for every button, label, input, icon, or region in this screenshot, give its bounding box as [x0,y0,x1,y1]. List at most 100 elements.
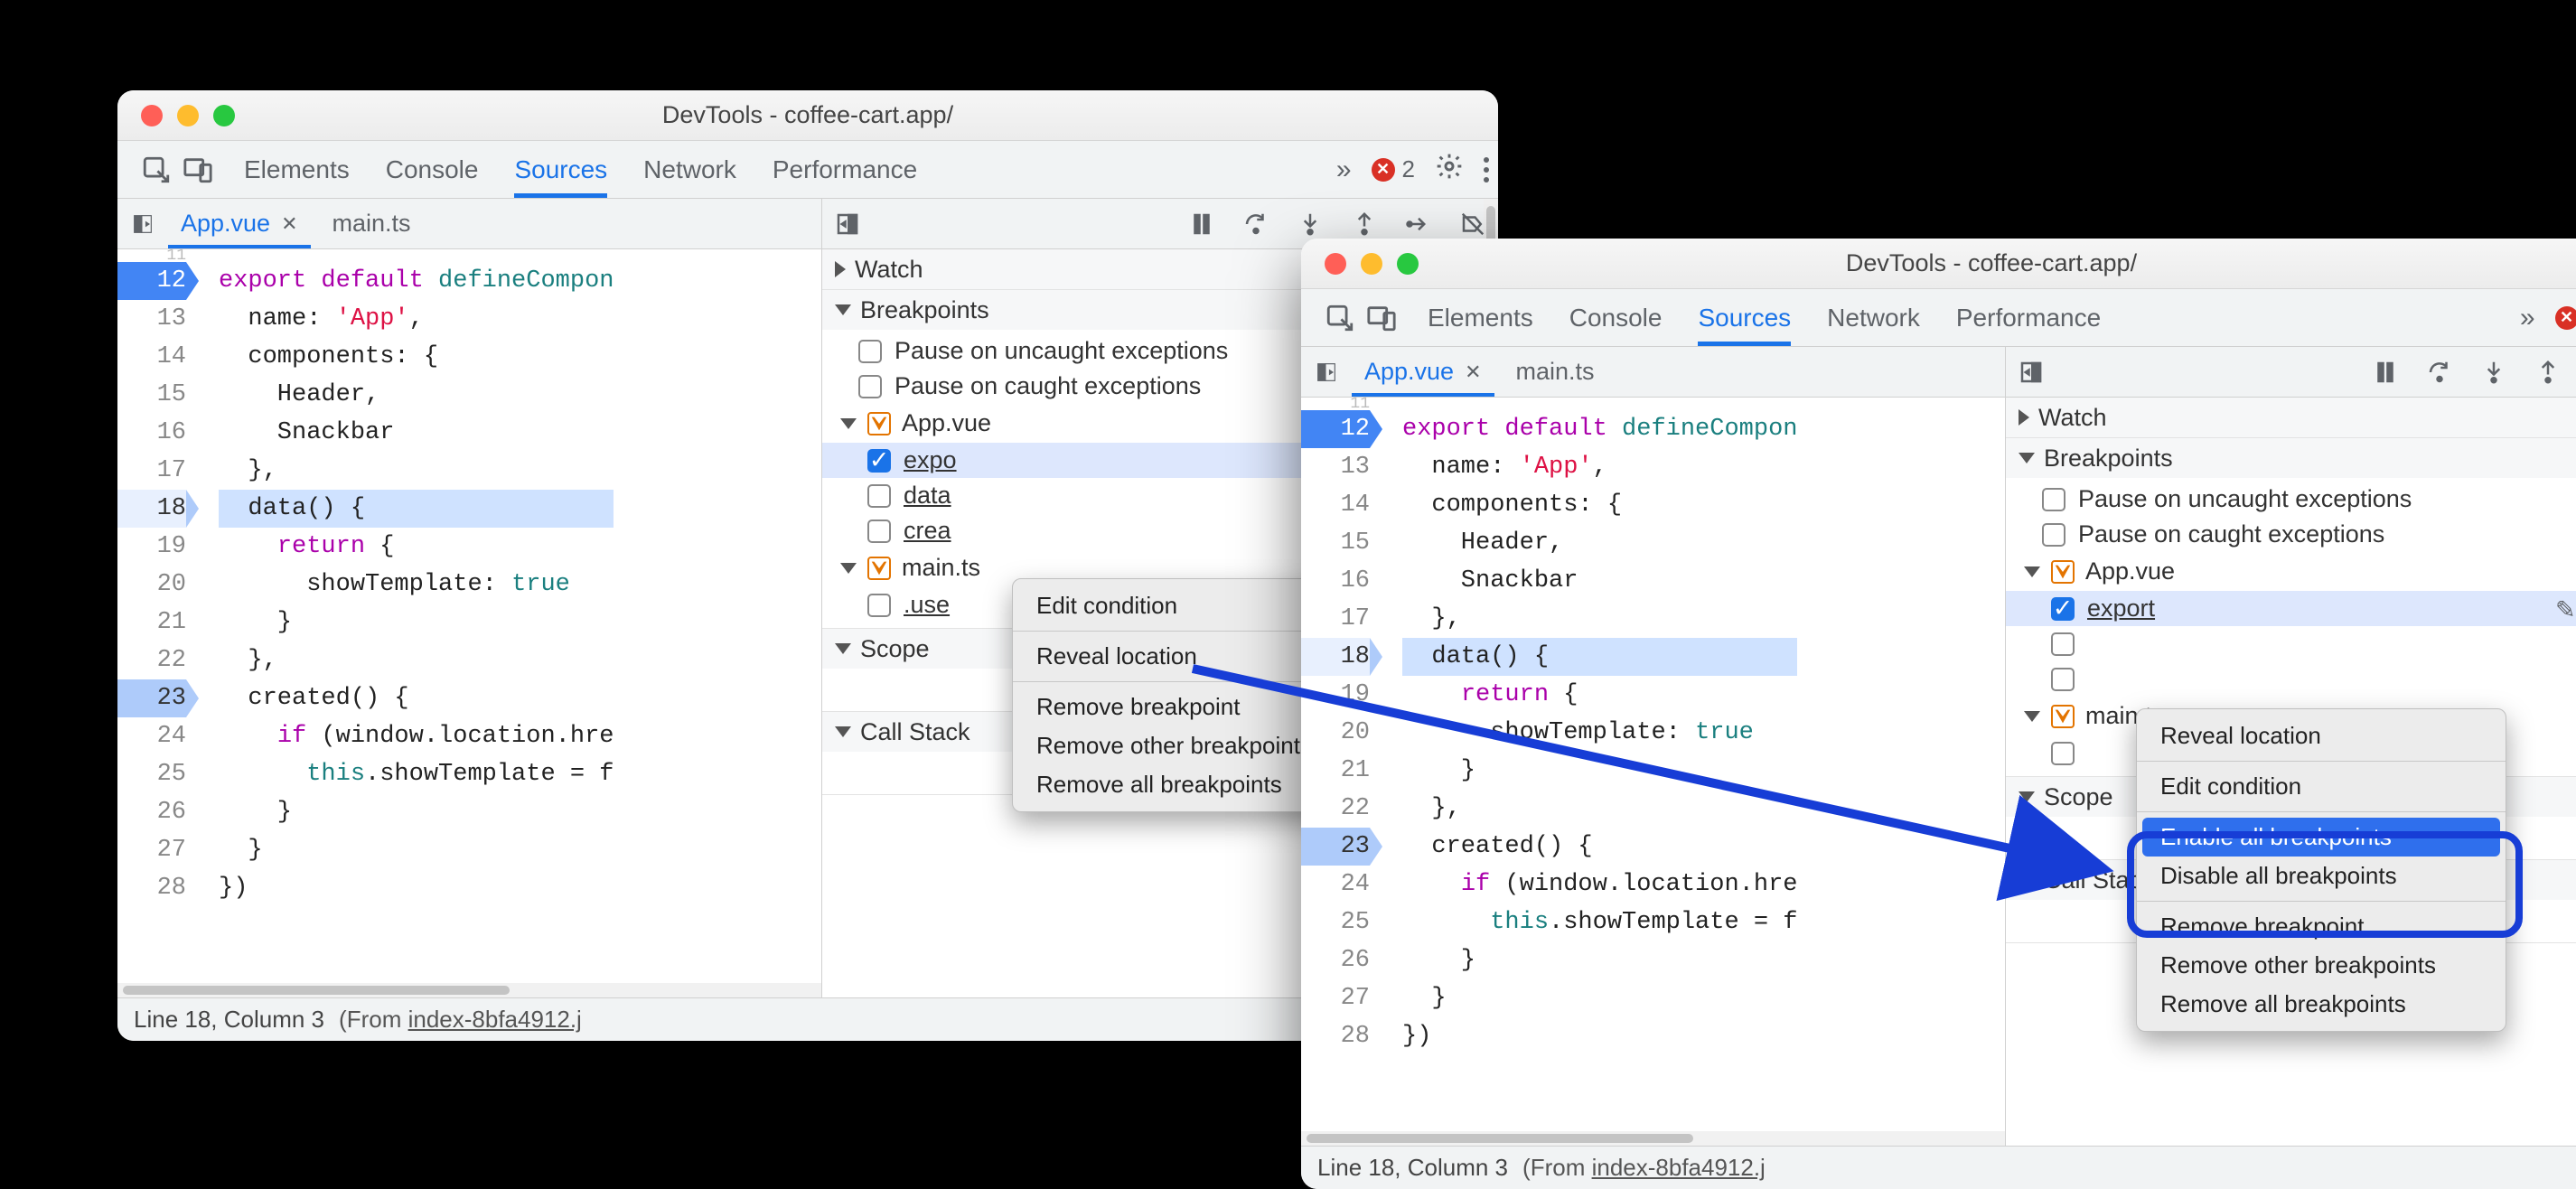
panel-tabs: Elements Console Sources Network Perform… [1428,289,2101,346]
menu-reveal-location[interactable]: Reveal location [2137,716,2506,755]
step-into-icon[interactable] [1294,208,1326,240]
window-controls [117,105,235,126]
menu-remove-other[interactable]: Remove other breakpoints [2137,946,2506,985]
chevron-down-icon [835,643,851,654]
devtools-window-after: DevTools - coffee-cart.app/ Elements Con… [1301,239,2576,1189]
breakpoints-header[interactable]: Breakpoints [2006,438,2576,478]
error-icon: ✕ [1372,158,1395,182]
code-content[interactable]: export default defineCompon name: 'App',… [195,249,614,983]
bp-row-12[interactable]: ✓export✎🗑12 [2006,591,2576,626]
menu-remove-all[interactable]: Remove all breakpoints [2137,985,2506,1024]
chevron-down-icon [2024,566,2040,577]
error-indicator[interactable]: ✕ 2 [2555,304,2576,332]
checkbox-icon[interactable] [867,484,891,508]
chevron-down-icon [835,304,851,315]
device-icon[interactable] [1364,301,1399,335]
file-tab-app-vue[interactable]: App.vue ✕ [1352,347,1494,397]
bp-row-18[interactable]: data()18 [2006,626,2576,661]
inspect-icon[interactable] [1323,301,1357,335]
inspect-icon[interactable] [139,153,173,187]
close-icon[interactable]: ✕ [281,212,297,236]
step-out-icon[interactable] [2532,356,2564,389]
code-editor[interactable]: 111213141516171819202122232425262728 exp… [1301,398,2005,1131]
step-over-icon[interactable] [2423,356,2456,389]
toggle-navigator-icon[interactable] [2015,356,2047,389]
more-tabs-icon[interactable]: » [2520,303,2535,333]
menu-edit-condition[interactable]: Edit condition [2137,767,2506,806]
step-over-icon[interactable] [1240,208,1272,240]
minimize-icon[interactable] [1361,253,1382,275]
step-icon[interactable] [1402,208,1435,240]
navigator-icon[interactable] [126,208,159,240]
checkbox-icon[interactable] [2051,742,2075,765]
tab-sources[interactable]: Sources [1698,289,1791,346]
chevron-right-icon [835,261,846,277]
file-tab-app-vue[interactable]: App.vue ✕ [168,199,311,248]
close-icon[interactable] [1325,253,1346,275]
code-editor[interactable]: 111213141516171819202122232425262728 exp… [117,249,821,983]
settings-icon[interactable] [1435,152,1464,187]
file-tab-label: main.ts [1516,358,1595,386]
main-toolbar: Elements Console Sources Network Perform… [117,141,1498,199]
breakpoint-context-menu: Reveal location Edit condition Enable al… [2136,708,2506,1032]
step-into-icon[interactable] [2478,356,2510,389]
file-icon [2051,560,2075,584]
checkbox-icon[interactable] [858,340,882,363]
tab-network[interactable]: Network [1827,289,1920,346]
tab-elements[interactable]: Elements [1428,289,1533,346]
line-gutter[interactable]: 111213141516171819202122232425262728 [1301,398,1379,1131]
h-scrollbar[interactable] [1301,1131,2005,1146]
checkbox-icon[interactable] [2051,668,2075,691]
close-icon[interactable]: ✕ [1465,360,1481,384]
file-tab-main-ts[interactable]: main.ts [320,199,424,248]
toggle-navigator-icon[interactable] [831,208,864,240]
pause-caught-option[interactable]: Pause on caught exceptions [2006,517,2576,552]
titlebar: DevTools - coffee-cart.app/ [117,90,1498,141]
pause-icon[interactable] [2369,356,2402,389]
chevron-right-icon [2019,409,2029,426]
close-icon[interactable] [141,105,163,126]
tab-console[interactable]: Console [1569,289,1663,346]
tab-network[interactable]: Network [643,141,736,198]
checkbox-icon[interactable]: ✓ [2051,597,2075,621]
menu-remove-breakpoint[interactable]: Remove breakpoint [2137,907,2506,946]
checkbox-icon[interactable]: ✓ [867,449,891,473]
tab-performance[interactable]: Performance [773,141,917,198]
edit-icon[interactable]: ✎ [2555,596,2576,622]
code-content[interactable]: export default defineCompon name: 'App',… [1379,398,1797,1131]
tab-sources[interactable]: Sources [514,141,607,198]
pause-uncaught-option[interactable]: Pause on uncaught exceptions [2006,482,2576,517]
maximize-icon[interactable] [213,105,235,126]
kebab-icon[interactable] [1484,157,1489,183]
pause-icon[interactable] [1185,208,1218,240]
error-icon: ✕ [2555,306,2576,330]
file-tab-main-ts[interactable]: main.ts [1503,347,1607,397]
line-gutter[interactable]: 111213141516171819202122232425262728 [117,249,195,983]
error-indicator[interactable]: ✕ 2 [1372,155,1415,183]
checkbox-icon[interactable] [867,594,891,617]
device-icon[interactable] [181,153,215,187]
minimize-icon[interactable] [177,105,199,126]
maximize-icon[interactable] [1397,253,1419,275]
tab-elements[interactable]: Elements [244,141,350,198]
checkbox-icon[interactable] [2042,523,2065,547]
menu-enable-all[interactable]: Enable all breakpoints [2142,818,2500,857]
navigator-icon[interactable] [1310,356,1343,389]
h-scrollbar[interactable] [117,983,821,997]
checkbox-icon[interactable] [867,520,891,543]
bp-file-app-vue[interactable]: App.vue [2006,552,2576,591]
bp-row-23[interactable]: create23 [2006,661,2576,697]
window-title: DevTools - coffee-cart.app/ [117,101,1498,129]
menu-disable-all[interactable]: Disable all breakpoints [2137,857,2506,895]
checkbox-icon[interactable] [2051,632,2075,656]
tab-performance[interactable]: Performance [1956,289,2101,346]
checkbox-icon[interactable] [858,375,882,398]
tab-console[interactable]: Console [386,141,479,198]
editor-pane: App.vue ✕ main.ts 1112131415161718192021… [117,199,822,997]
checkbox-icon[interactable] [2042,488,2065,511]
step-out-icon[interactable] [1348,208,1381,240]
chevron-down-icon [840,418,857,429]
source-file-link[interactable]: index-8bfa4912.j [408,1006,582,1033]
more-tabs-icon[interactable]: » [1336,154,1352,185]
watch-header[interactable]: Watch [2006,398,2576,437]
